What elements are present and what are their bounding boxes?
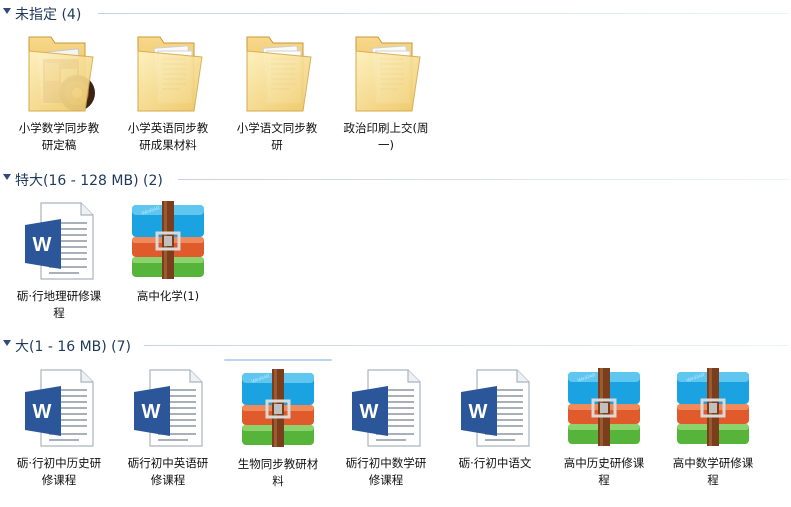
collapse-chevron-icon[interactable]: [3, 340, 11, 346]
folder-icon: [237, 27, 317, 117]
folder-icon: [346, 27, 426, 117]
file-item-label: 小学数学同步教 研定稿: [18, 121, 100, 152]
file-item-label: 小学语文同步教研: [236, 121, 318, 152]
word-document-icon: W: [346, 362, 426, 452]
collapse-chevron-icon[interactable]: [3, 174, 11, 180]
collapse-chevron-icon[interactable]: [3, 8, 11, 14]
file-item-label: 砺行初中数学研 修课程: [345, 456, 427, 487]
winrar-archive-icon: WinRAR: [238, 363, 318, 453]
word-document-icon: W: [19, 362, 99, 452]
group-header-label: 未指定 (4): [15, 7, 82, 23]
file-item-label: 高中历史研修课程: [563, 456, 645, 487]
word-document-icon: W: [19, 195, 99, 285]
winrar-archive-icon: WinRAR: [673, 362, 753, 452]
winrar-archive-icon: WinRAR: [564, 362, 644, 452]
group-divider: [98, 13, 789, 14]
folder-icon: [128, 27, 208, 117]
file-item-label: 砺·行初中语文: [458, 456, 532, 470]
file-item-生物同步教研材料[interactable]: WinRAR 生物同步教研材料: [224, 359, 332, 488]
file-item-label: 高中数学研修课程: [672, 456, 754, 487]
word-document-icon: W: [128, 362, 208, 452]
group-divider: [178, 179, 789, 180]
group-header-label: 特大(16 - 128 MB) (2): [15, 173, 163, 189]
file-item-label: 高中化学(1): [136, 289, 200, 303]
winrar-archive-icon: WinRAR: [128, 195, 208, 285]
group-divider: [144, 345, 789, 346]
svg-text:W: W: [33, 401, 52, 423]
group-header-label: 大(1 - 16 MB) (7): [15, 339, 132, 355]
word-document-icon: W: [455, 362, 535, 452]
file-item-label: 生物同步教研材料: [237, 457, 319, 488]
group-header-unspecified[interactable]: 未指定 (4): [0, 3, 791, 23]
file-item-label: 砺·行初中历史研 修课程: [16, 456, 102, 487]
svg-text:W: W: [33, 234, 52, 256]
folder-with-photo-icon: [19, 27, 99, 117]
svg-text:W: W: [142, 401, 161, 423]
file-item-label: 政治印刷上交(周 一): [343, 121, 429, 152]
svg-text:W: W: [360, 401, 379, 423]
file-item-label: 小学英语同步教 研成果材料: [127, 121, 209, 152]
file-item-label: 砺行初中英语研 修课程: [127, 456, 209, 487]
file-item-label: 砺·行地理研修课程: [16, 289, 102, 320]
svg-text:W: W: [469, 401, 488, 423]
group-header-huge[interactable]: 特大(16 - 128 MB) (2): [0, 169, 791, 189]
group-header-large[interactable]: 大(1 - 16 MB) (7): [0, 335, 791, 355]
